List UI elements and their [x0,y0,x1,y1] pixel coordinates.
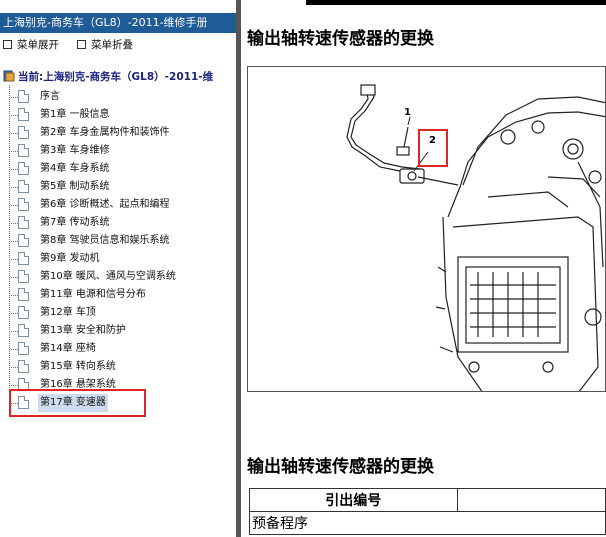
document-icon [18,144,29,157]
diagram-illustration [346,84,605,391]
tree-connector-line [9,97,18,98]
document-icon [18,360,29,373]
tree-item-label: 第13章 安全和防护 [40,325,126,336]
document-icon [18,288,29,301]
tree-connector-line [9,187,18,188]
collapse-icon [77,39,86,49]
tree-item-label: 第5章 制动系统 [40,181,110,192]
tree-connector-line [9,349,18,350]
tree-connector-line [9,367,18,368]
document-icon [18,162,29,175]
table-row-preparation: 预备程序 [249,511,606,535]
window-top-bar [306,0,606,5]
tree-connector-line [9,223,18,224]
tree-item-label: 第11章 电源和信号分布 [40,289,146,300]
book-icon [3,70,15,82]
tree-item-label: 第12章 车顶 [40,307,96,318]
document-icon [18,180,29,193]
nav-pane: 上海别克-商务车（GL8）-2011-维修手册 菜单展开 菜单折叠 当前:上海别… [0,0,236,537]
tree-item-label: 第4章 车身系统 [40,163,110,174]
document-icon [18,342,29,355]
tree-connector-line [9,331,18,332]
tree-connector-line [9,241,18,242]
transmission-diagram: 1 2 [247,66,606,392]
tree-connector-line [9,295,18,296]
tree-root[interactable]: 当前:上海别克-商务车（GL8）-2011-维 [3,69,213,85]
tree-item-label: 第7章 传动系统 [40,217,110,228]
expand-menu-button[interactable]: 菜单展开 [3,36,59,54]
expand-icon [3,39,12,49]
document-icon [18,234,29,247]
tree-item-label: 第14章 座椅 [40,343,96,354]
section-heading-repeat: 输出轴转速传感器的更换 [247,457,434,477]
document-icon [18,198,29,211]
tree-item-label: 第3章 车身维修 [40,145,110,156]
document-icon [18,252,29,265]
collapse-menu-button[interactable]: 菜单折叠 [77,36,133,54]
document-icon [18,324,29,337]
selection-highlight-box [9,389,146,417]
tree-item-label: 第15章 转向系统 [40,361,116,372]
callout-2-label: 2 [429,135,436,146]
tree-connector-line [9,205,18,206]
tree-connector-line [9,313,18,314]
document-icon [18,306,29,319]
tree-item-label: 第9章 发动机 [40,253,100,264]
document-icon [18,108,29,121]
tree-item-label: 第8章 驾驶员信息和娱乐系统 [40,235,170,246]
section-heading: 输出轴转速传感器的更换 [247,29,434,49]
tree-item-label: 第1章 一般信息 [40,109,110,120]
table-header-callout: 引出编号 [249,488,458,512]
tree-item-label: 第2章 车身金属构件和装饰件 [40,127,170,138]
tree-connector-line [9,115,18,116]
tree-item-label: 第10章 暖风、通风与空调系统 [40,271,176,282]
callout-table: 引出编号 预备程序 [249,488,606,535]
document-icon [18,270,29,283]
tree-connector-line [9,385,18,386]
tree-connector-line [9,259,18,260]
document-icon [18,216,29,229]
callout-1-label: 1 [404,107,411,118]
table-header-blank [456,488,606,512]
content-pane: 输出轴转速传感器的更换 1 2 输出轴转速传感器的更换 引出编号 预备程序 [241,0,606,537]
tree-connector-line [9,277,18,278]
document-icon [18,90,29,103]
manual-title: 上海别克-商务车（GL8）-2011-维修手册 [0,13,236,33]
tree-item-label: 序言 [40,91,60,102]
tree-connector-line [9,151,18,152]
tree-toolbar: 菜单展开 菜单折叠 [0,36,236,54]
tree-item-label: 第6章 诊断概述、起点和编程 [40,199,170,210]
tree-connector-line [9,169,18,170]
tree-connector [9,85,10,390]
tree-connector-line [9,133,18,134]
document-icon [18,126,29,139]
